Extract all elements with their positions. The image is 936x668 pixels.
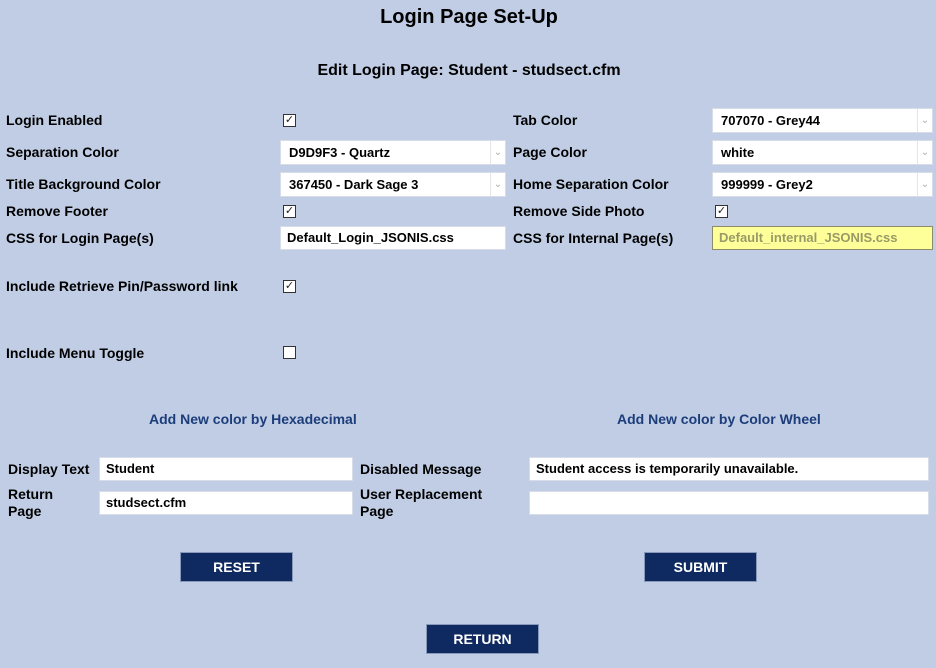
home-separation-color-label: Home Separation Color: [513, 176, 669, 192]
user-replacement-label-line1: User Replacement: [360, 486, 483, 502]
add-color-wheel-link[interactable]: Add New color by Color Wheel: [617, 411, 821, 427]
css-internal-label: CSS for Internal Page(s): [513, 230, 674, 246]
css-login-input[interactable]: Default_Login_JSONIS.css: [280, 226, 506, 250]
display-text-label: Display Text: [8, 461, 90, 477]
return-page-input[interactable]: studsect.cfm: [99, 491, 353, 515]
home-separation-color-select[interactable]: 999999 - Grey2 ⌄: [712, 172, 933, 197]
separation-color-label: Separation Color: [6, 144, 119, 160]
chevron-down-icon: ⌄: [917, 141, 932, 164]
remove-side-photo-checkbox[interactable]: ✓: [715, 205, 728, 218]
tab-color-value: 707070 - Grey44: [721, 113, 821, 128]
user-replacement-input[interactable]: [529, 491, 929, 515]
display-text-input[interactable]: Student: [99, 457, 353, 481]
user-replacement-label-line2: Page: [360, 503, 394, 519]
title-bg-color-value: 367450 - Dark Sage 3: [289, 177, 419, 192]
return-page-label-line1: Return: [8, 486, 54, 502]
login-enabled-checkbox[interactable]: ✓: [283, 114, 296, 127]
chevron-down-icon: ⌄: [490, 141, 505, 164]
menu-toggle-checkbox[interactable]: [283, 346, 296, 359]
retrieve-pin-checkbox[interactable]: ✓: [283, 280, 296, 293]
disabled-message-input[interactable]: Student access is temporarily unavailabl…: [529, 457, 929, 481]
separation-color-value: D9D9F3 - Quartz: [289, 145, 391, 160]
return-page-label: Return Page: [8, 486, 53, 520]
tab-color-select[interactable]: 707070 - Grey44 ⌄: [712, 108, 933, 133]
user-replacement-label: User Replacement Page: [360, 486, 482, 520]
home-separation-color-value: 999999 - Grey2: [721, 177, 813, 192]
css-internal-input[interactable]: Default_internal_JSONIS.css: [712, 226, 933, 250]
chevron-down-icon: ⌄: [917, 173, 932, 196]
title-bg-color-select[interactable]: 367450 - Dark Sage 3 ⌄: [280, 172, 506, 197]
page-subtitle: Edit Login Page: Student - studsect.cfm: [317, 62, 621, 79]
page-color-value: white: [721, 145, 755, 160]
remove-footer-checkbox[interactable]: ✓: [283, 205, 296, 218]
disabled-message-label: Disabled Message: [360, 461, 482, 477]
chevron-down-icon: ⌄: [917, 109, 932, 132]
return-button[interactable]: RETURN: [426, 624, 539, 654]
remove-footer-label: Remove Footer: [6, 203, 108, 219]
login-enabled-label: Login Enabled: [6, 112, 103, 128]
menu-toggle-label: Include Menu Toggle: [6, 345, 145, 361]
remove-side-photo-label: Remove Side Photo: [513, 203, 645, 219]
submit-button[interactable]: SUBMIT: [644, 552, 757, 582]
css-login-label: CSS for Login Page(s): [6, 230, 154, 246]
retrieve-pin-label: Include Retrieve Pin/Password link: [6, 278, 238, 294]
page-color-label: Page Color: [513, 144, 587, 160]
page-title: Login Page Set-Up: [380, 6, 558, 28]
chevron-down-icon: ⌄: [490, 173, 505, 196]
add-color-hex-link[interactable]: Add New color by Hexadecimal: [149, 411, 357, 427]
tab-color-label: Tab Color: [513, 112, 578, 128]
return-page-label-line2: Page: [8, 503, 42, 519]
page-color-select[interactable]: white ⌄: [712, 140, 933, 165]
reset-button[interactable]: RESET: [180, 552, 293, 582]
title-bg-color-label: Title Background Color: [6, 176, 161, 192]
separation-color-select[interactable]: D9D9F3 - Quartz ⌄: [280, 140, 506, 165]
